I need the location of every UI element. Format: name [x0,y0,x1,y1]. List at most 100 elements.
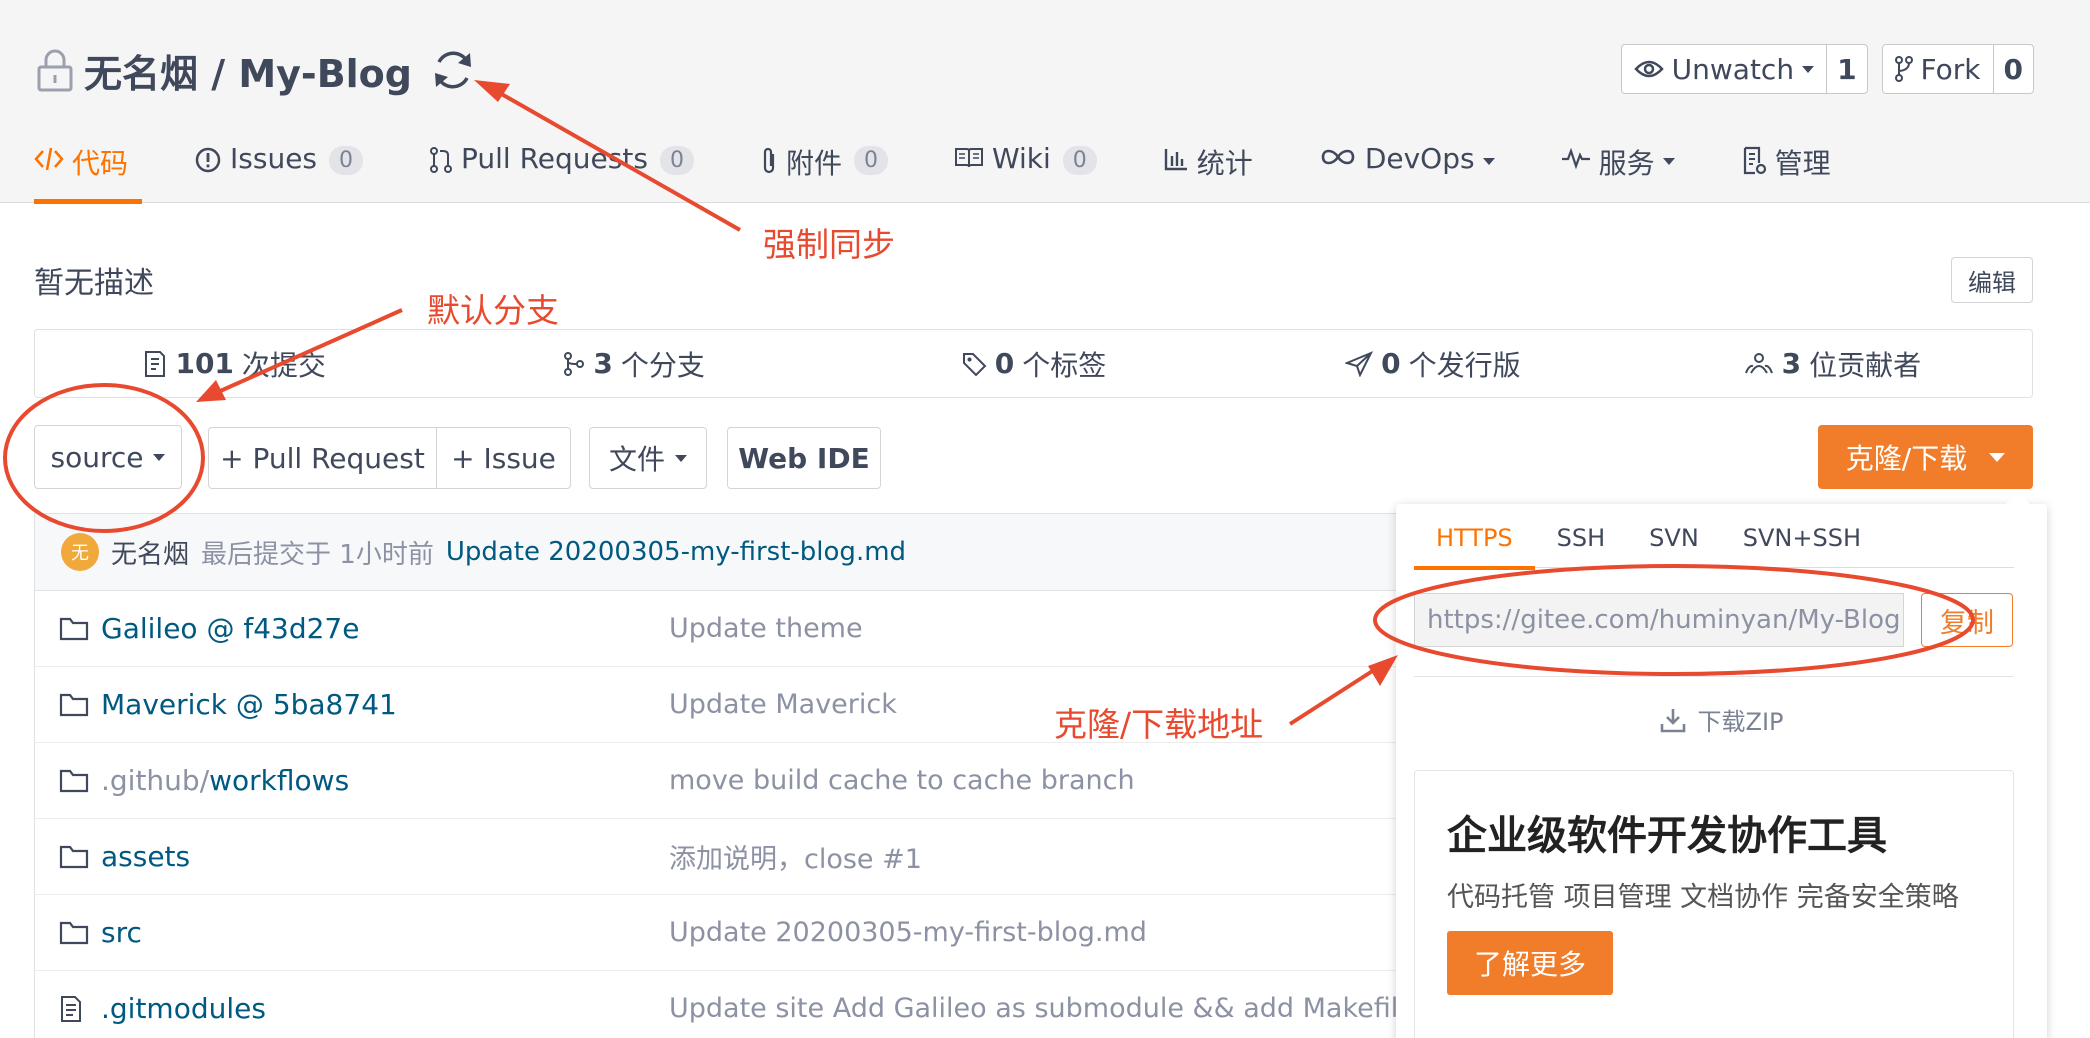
tab-attachments[interactable]: 附件 0 [760,133,888,203]
tab-devops[interactable]: DevOps [1319,133,1495,203]
chevron-down-icon [153,453,166,461]
clone-url-input[interactable]: https://gitee.com/huminyan/My-Blog.git [1414,593,1904,647]
stat-contributors[interactable]: 3 位贡献者 [1633,330,2032,397]
tab-attachments-label: 附件 [785,147,842,180]
copy-button[interactable]: 复制 [1921,593,2013,647]
pulse-icon [1561,147,1590,170]
table-row[interactable]: assets 添加说明，close #1 [35,819,1633,895]
stat-releases[interactable]: 0 个发行版 [1233,330,1632,397]
stat-releases-value: 0 [1381,347,1401,380]
commits-icon [145,350,166,377]
table-row[interactable]: src Update 20200305-my-first-blog.md [35,895,1633,971]
download-zip-link[interactable]: 下载ZIP [1396,702,2047,737]
tab-services[interactable]: 服务 [1561,133,1675,203]
commit-message-link[interactable]: Update 20200305-my-first-blog.md [446,537,906,567]
clone-download-button[interactable]: 克隆/下载 [1818,425,2033,489]
stat-branches[interactable]: 3 个分支 [434,330,833,397]
settings-doc-icon [1743,146,1766,175]
table-row[interactable]: .github/workflows move build cache to cac… [35,743,1633,819]
tab-https[interactable]: HTTPS [1414,524,1535,570]
table-row[interactable]: Galileo @ f43d27e Update theme [35,591,1633,667]
file-name-link[interactable]: .github/workflows [101,764,349,797]
clone-panel: HTTPS SSH SVN SVN+SSH https://gitee.com/… [1396,492,2047,1038]
tab-wiki-count: 0 [1062,146,1097,175]
sync-icon[interactable] [430,47,476,93]
learn-more-button[interactable]: 了解更多 [1447,930,1613,995]
promo-subtitle: 代码托管 项目管理 文档协作 完备安全策略 [1447,882,1959,913]
stat-releases-label: 个发行版 [1408,348,1521,382]
tab-issues[interactable]: Issues 0 [194,133,364,203]
tab-issues-count: 0 [329,146,364,175]
new-issue-button[interactable]: + Issue [436,427,571,489]
file-commit-message[interactable]: 添加说明，close #1 [669,837,922,876]
tab-wiki[interactable]: Wiki 0 [954,133,1097,203]
tag-icon [962,352,987,376]
file-name-link[interactable]: Maverick @ 5ba8741 [101,688,397,721]
file-path-prefix: .github/ [101,764,210,797]
file-commit-message[interactable]: Update site Add Galileo as submodule && … [669,993,1415,1024]
fork-button[interactable]: Fork 0 [1881,44,2034,94]
commit-author[interactable]: 无名烟 [111,534,189,571]
commit-meta: 最后提交于 1小时前 [201,539,434,570]
file-name-link[interactable]: src [101,916,142,949]
tab-svn-ssh[interactable]: SVN+SSH [1721,524,1883,568]
code-icon [34,147,64,171]
file-name: assets [101,840,191,873]
tab-attachments-count: 0 [853,146,888,175]
annotation-default-branch: 默认分支 [427,291,559,330]
tab-pull-requests-label: Pull Requests [461,142,648,175]
promo-card: 企业级软件开发协作工具 代码托管 项目管理 文档协作 完备安全策略 了解更多 [1414,770,2014,1038]
fork-icon [1894,56,1913,82]
fork-count[interactable]: 0 [1992,45,2033,93]
tab-pull-requests-count: 0 [659,146,694,175]
stat-commits[interactable]: 101 次提交 [35,330,434,397]
lock-icon [37,49,73,92]
tab-svn[interactable]: SVN [1627,524,1721,568]
folder-icon [59,693,89,717]
stat-tags[interactable]: 0 个标签 [834,330,1233,397]
unwatch-button[interactable]: Unwatch 1 [1620,44,1868,94]
avatar[interactable]: 无 [61,533,99,571]
clone-download-label: 克隆/下载 [1845,442,1968,475]
folder-icon [59,845,89,869]
file-name-link[interactable]: assets [101,840,190,873]
tab-issues-label: Issues [230,142,318,175]
edit-button[interactable]: 编辑 [1951,257,2033,303]
eye-icon [1633,60,1664,78]
branch-icon [564,351,585,376]
file-name-link[interactable]: .gitmodules [101,992,266,1025]
annotation-force-sync: 强制同步 [763,225,895,264]
web-ide-button[interactable]: Web IDE [727,427,881,489]
tab-manage[interactable]: 管理 [1741,133,1831,203]
issue-icon [195,147,221,173]
table-row[interactable]: Maverick @ 5ba8741 Update Maverick [35,667,1633,743]
repo-name[interactable]: 无名烟 / My-Blog [84,43,412,98]
stat-commits-value: 101 [175,347,234,380]
download-zip-label: 下载ZIP [1697,708,1784,736]
table-row[interactable]: .gitmodules Update site Add Galileo as su… [35,971,1633,1038]
new-pull-request-button[interactable]: + Pull Request [208,427,437,489]
file-commit-message[interactable]: Update 20200305-my-first-blog.md [669,917,1147,948]
file-icon [61,996,81,1022]
tab-code[interactable]: 代码 [34,133,143,204]
tab-ssh[interactable]: SSH [1535,524,1628,568]
stat-contributors-value: 3 [1781,347,1802,380]
file-name: .gitmodules [101,992,266,1025]
tab-pull-requests[interactable]: Pull Requests 0 [429,133,694,203]
file-list: 无 无名烟 最后提交于 1小时前 Update 20200305-my-firs… [34,513,1634,1038]
tab-devops-label: DevOps [1364,142,1475,175]
branch-select[interactable]: source [34,425,182,489]
file-commit-message[interactable]: Update theme [669,613,863,644]
file-commit-message[interactable]: Update Maverick [669,689,897,720]
file-name-link[interactable]: Galileo @ f43d27e [101,612,359,645]
tab-stats[interactable]: 统计 [1163,133,1253,203]
tab-services-label: 服务 [1598,147,1655,180]
stat-contributors-label: 位贡献者 [1809,348,1922,382]
wiki-icon [954,148,983,168]
stat-commits-label: 次提交 [241,348,326,382]
watch-count[interactable]: 1 [1826,45,1866,93]
attachment-icon [763,147,775,174]
file-commit-message[interactable]: move build cache to cache branch [669,765,1135,796]
file-menu-button[interactable]: 文件 [589,427,707,489]
folder-icon [59,921,89,945]
